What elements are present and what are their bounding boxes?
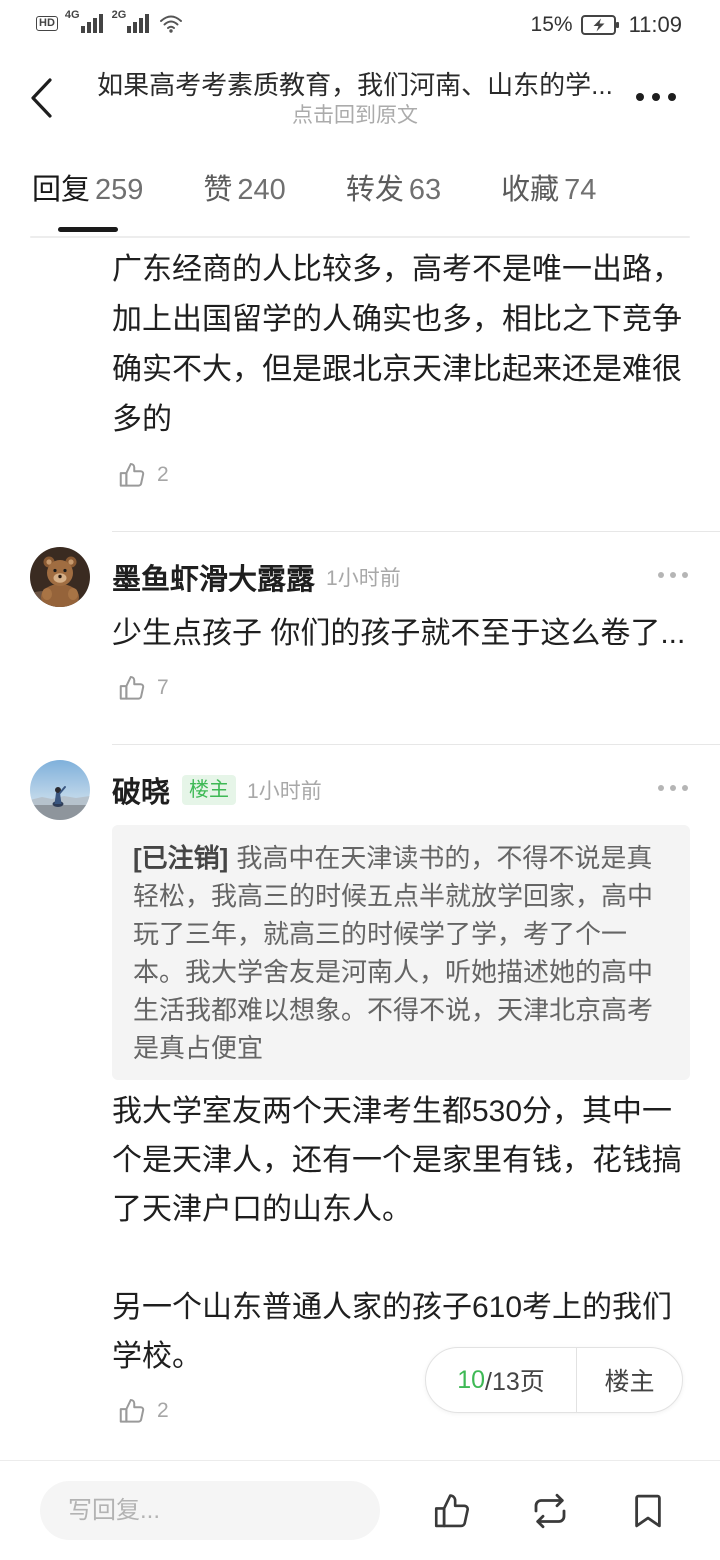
op-only-button[interactable]: 楼主 [577,1348,682,1412]
clock: 11:09 [628,12,682,37]
tab-count: 240 [237,174,286,206]
tab-label: 收藏 [501,174,560,206]
tab-count: 63 [408,174,442,206]
more-button[interactable] [628,84,684,110]
comment-like-button[interactable]: 7 [117,671,169,705]
network-type-label: 4G [64,9,80,21]
hd-voice-icon: HD [36,15,58,31]
avatar-image [30,547,90,607]
status-bar: HD 4G 2G 15% 11:09 [0,0,720,50]
comment-text: 少生点孩子 你们的孩子就不至于这么卷了... [112,617,686,650]
bookmark-button[interactable] [627,1490,669,1532]
title-area[interactable]: 如果高考考素质教育，我们河南、山东的学... 点击回到原文 [80,68,630,129]
more-horizontal-icon [658,785,688,791]
thumbs-up-icon [434,1494,469,1528]
quoted-reply[interactable]: [已注销] 我高中在天津读书的，不得不说是真轻松，我高三的时候五点半就放学回家，高… [112,825,690,1080]
tabs-divider [30,236,690,238]
back-button[interactable] [20,76,62,120]
avatar-image [30,760,90,820]
op-badge: 楼主 [182,775,237,805]
avatar[interactable] [30,760,90,820]
tab-count: 74 [564,174,597,206]
avatar[interactable] [30,547,90,607]
reply-bar [0,1460,720,1560]
signal-bars-icon [127,14,150,33]
tab-count: 259 [95,174,144,206]
thread-title: 如果高考考素质教育，我们河南、山东的学... [97,70,613,100]
pagination-pill: 10/13页 楼主 [425,1347,683,1413]
status-right: 15% 11:09 [531,11,682,39]
page-total: /13页 [485,1368,545,1396]
current-page: 10 [457,1365,486,1394]
quoted-text: 我高中在天津读书的，不得不说是真轻松，我高三的时候五点半就放学回家，高中玩了三年… [133,843,654,1063]
signal-4g-icon: 4G [64,9,105,33]
more-horizontal-icon [658,572,688,578]
comment-time: 1小时前 [247,780,322,803]
bookmark-icon [635,1494,661,1528]
battery-percent: 15% [530,13,573,36]
wifi-icon [160,15,183,33]
thumbs-up-icon [119,1399,145,1423]
comment-header: 墨鱼虾滑大露露 1小时前 [112,556,401,598]
comment-text: 我大学室友两个天津考生都530分，其中一个是天津人，还有一个是家里有钱，花钱搞了… [112,1095,682,1373]
author-name[interactable]: 墨鱼虾滑大露露 [112,556,315,598]
tab-label: 转发 [345,174,404,206]
active-tab-indicator [57,227,118,232]
like-count: 2 [157,1399,169,1422]
tab-label: 赞 [203,174,233,206]
comment-header: 破晓 楼主 1小时前 [112,769,322,811]
tab-likes[interactable]: 赞 240 [203,170,285,210]
comment-text: 广东经商的人比较多，高考不是唯一出路，加上出国留学的人确实也多，相比之下竞争确实… [112,253,682,436]
signal-bars-icon [80,14,103,33]
tab-bar: 回复 259 赞 240 转发 63 收藏 74 [32,170,596,232]
quoted-author: [已注销] [133,843,229,873]
battery-charging-icon [580,15,619,35]
like-post-button[interactable] [431,1490,473,1532]
comment-more-button[interactable] [650,566,696,584]
page-jump-button[interactable]: 10/13页 [426,1348,576,1412]
tab-replies[interactable]: 回复 259 [32,170,144,232]
reply-input[interactable] [40,1481,380,1540]
like-count: 7 [157,676,169,699]
comment-time: 1小时前 [326,567,401,590]
more-horizontal-icon [636,93,676,101]
tab-favorites[interactable]: 收藏 74 [501,170,596,210]
chevron-left-icon [31,78,52,118]
comment-divider [112,744,720,745]
like-count: 2 [157,463,169,486]
network-type-label: 2G [111,9,127,21]
comment-more-button[interactable] [650,779,696,797]
author-name[interactable]: 破晓 [112,769,170,811]
comment-like-button[interactable]: 2 [117,1394,169,1428]
thumbs-up-icon [119,463,145,487]
comment-divider [112,531,720,532]
repost-button[interactable] [529,1490,571,1532]
repost-icon [534,1493,566,1529]
comment-like-button[interactable]: 2 [117,458,169,492]
back-to-post-link[interactable]: 点击回到原文 [80,103,630,129]
tab-label: 回复 [32,174,91,206]
tab-reposts[interactable]: 转发 63 [346,170,441,210]
thumbs-up-icon [119,676,145,700]
signal-2g-icon: 2G [111,9,152,33]
status-left: HD 4G 2G [36,9,184,33]
